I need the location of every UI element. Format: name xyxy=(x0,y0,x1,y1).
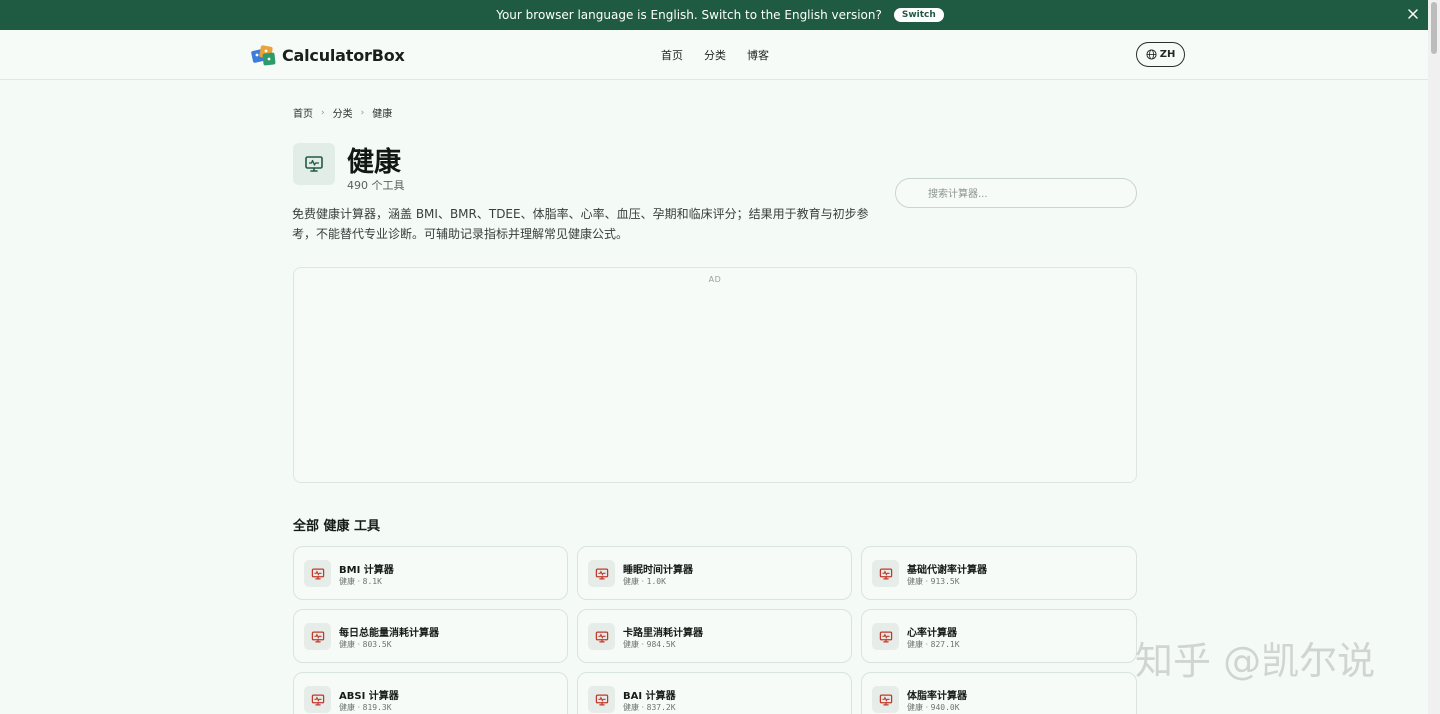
breadcrumb-home[interactable]: 首页 xyxy=(293,105,313,120)
monitor-heart-icon xyxy=(595,630,608,643)
tool-card[interactable]: 卡路里消耗计算器 健康 · 984.5K xyxy=(577,609,852,663)
tool-name: 基础代谢率计算器 xyxy=(907,565,987,576)
site-header: CalculatorBox 首页 分类 博客 ZH xyxy=(0,30,1428,80)
monitor-heart-icon xyxy=(305,156,323,172)
ad-label: AD xyxy=(708,275,722,284)
monitor-heart-icon xyxy=(311,630,324,643)
tool-views: 940.0K xyxy=(930,703,960,712)
tool-meta: 健康 · 1.0K xyxy=(623,576,666,587)
tool-views: 827.1K xyxy=(930,640,960,649)
globe-icon xyxy=(1146,49,1157,60)
tool-views: 913.5K xyxy=(930,577,960,586)
close-icon[interactable] xyxy=(1406,7,1420,21)
tool-category: 健康 · xyxy=(339,640,361,649)
chevron-right-icon: › xyxy=(321,107,325,118)
monitor-heart-icon xyxy=(879,567,892,580)
monitor-heart-icon xyxy=(879,630,892,643)
category-description: 免费健康计算器，涵盖 BMI、BMR、TDEE、体脂率、心率、血压、孕期和临床评… xyxy=(292,207,869,241)
tools-grid: BMI 计算器 健康 · 8.1K 睡眠时间计算器 健康 · 1.0K 基础代谢… xyxy=(293,546,1137,714)
monitor-heart-icon xyxy=(595,693,608,706)
page-title: 健康 xyxy=(347,147,401,178)
tool-icon-box xyxy=(872,560,899,587)
tool-meta: 健康 · 819.3K xyxy=(339,702,392,713)
language-code: ZH xyxy=(1159,49,1176,60)
tool-category: 健康 · xyxy=(907,640,929,649)
tool-card[interactable]: 心率计算器 健康 · 827.1K xyxy=(861,609,1137,663)
tool-views: 837.2K xyxy=(646,703,676,712)
tool-card[interactable]: 每日总能量消耗计算器 健康 · 803.5K xyxy=(293,609,568,663)
site-logo[interactable]: CalculatorBox xyxy=(250,42,405,68)
tool-meta: 健康 · 827.1K xyxy=(907,639,960,650)
logo-icon xyxy=(251,45,276,66)
breadcrumb-categories[interactable]: 分类 xyxy=(333,105,353,120)
tool-category: 健康 · xyxy=(907,577,929,586)
tool-card[interactable]: ABSI 计算器 健康 · 819.3K xyxy=(293,672,568,714)
tool-name: 睡眠时间计算器 xyxy=(623,565,693,576)
nav-item-home[interactable]: 首页 xyxy=(661,47,683,63)
tool-name: 每日总能量消耗计算器 xyxy=(339,628,439,639)
tool-meta: 健康 · 913.5K xyxy=(907,576,960,587)
tool-name: BAI 计算器 xyxy=(623,691,676,702)
tool-views: 984.5K xyxy=(646,640,676,649)
tool-meta: 健康 · 803.5K xyxy=(339,639,392,650)
page-scrollbar[interactable] xyxy=(1428,0,1440,714)
chevron-right-icon: › xyxy=(360,107,365,118)
breadcrumb: 首页 › 分类 › 健康 xyxy=(293,105,393,121)
tool-icon-box xyxy=(588,686,615,713)
tool-card[interactable]: 体脂率计算器 健康 · 940.0K xyxy=(861,672,1137,714)
language-banner: Your browser language is English. Switch… xyxy=(0,0,1440,30)
tool-meta: 健康 · 984.5K xyxy=(623,639,676,650)
breadcrumb-current: 健康 xyxy=(372,109,393,120)
tool-category: 健康 · xyxy=(623,577,645,586)
search-input[interactable] xyxy=(928,185,1128,203)
tool-category: 健康 · xyxy=(623,703,645,712)
tool-name: 心率计算器 xyxy=(907,628,957,639)
tool-icon-box xyxy=(304,686,331,713)
tool-views: 1.0K xyxy=(646,577,666,586)
tool-category: 健康 · xyxy=(339,577,361,586)
monitor-heart-icon xyxy=(311,693,324,706)
tool-card[interactable]: BAI 计算器 健康 · 837.2K xyxy=(577,672,852,714)
tool-name: BMI 计算器 xyxy=(339,565,394,576)
tool-views: 803.5K xyxy=(362,640,392,649)
tool-name: 体脂率计算器 xyxy=(907,691,967,702)
ad-slot: AD xyxy=(293,267,1137,483)
search-box xyxy=(895,178,1137,208)
language-switcher-button[interactable]: ZH xyxy=(1136,42,1185,67)
main-nav: 首页 分类 博客 xyxy=(661,47,769,63)
tool-card[interactable]: 基础代谢率计算器 健康 · 913.5K xyxy=(861,546,1137,600)
tool-count: 490 个工具 xyxy=(347,179,405,192)
monitor-heart-icon xyxy=(879,693,892,706)
tool-icon-box xyxy=(588,560,615,587)
tool-icon-box xyxy=(872,686,899,713)
section-title: 全部 健康 工具 xyxy=(293,519,381,534)
tool-icon-box xyxy=(304,623,331,650)
tool-icon-box xyxy=(872,623,899,650)
monitor-heart-icon xyxy=(595,567,608,580)
tool-name: 卡路里消耗计算器 xyxy=(623,628,703,639)
tool-category: 健康 · xyxy=(623,640,645,649)
scrollbar-thumb[interactable] xyxy=(1431,2,1437,54)
banner-message: Your browser language is English. Switch… xyxy=(496,8,882,22)
tool-meta: 健康 · 940.0K xyxy=(907,702,960,713)
nav-item-categories[interactable]: 分类 xyxy=(704,47,726,63)
nav-item-blog[interactable]: 博客 xyxy=(747,47,769,63)
tool-views: 819.3K xyxy=(362,703,392,712)
tool-category: 健康 · xyxy=(339,703,361,712)
tool-icon-box xyxy=(588,623,615,650)
tool-card[interactable]: BMI 计算器 健康 · 8.1K xyxy=(293,546,568,600)
tool-views: 8.1K xyxy=(362,577,382,586)
monitor-heart-icon xyxy=(311,567,324,580)
category-icon-box xyxy=(293,143,335,185)
tool-meta: 健康 · 837.2K xyxy=(623,702,676,713)
tool-category: 健康 · xyxy=(907,703,929,712)
switch-language-button[interactable]: Switch xyxy=(893,8,944,22)
watermark: 知乎 @凯尔说 xyxy=(1135,639,1376,683)
tool-name: ABSI 计算器 xyxy=(339,691,399,702)
tool-meta: 健康 · 8.1K xyxy=(339,576,382,587)
tool-icon-box xyxy=(304,560,331,587)
tool-card[interactable]: 睡眠时间计算器 健康 · 1.0K xyxy=(577,546,852,600)
brand-name: CalculatorBox xyxy=(282,45,405,65)
